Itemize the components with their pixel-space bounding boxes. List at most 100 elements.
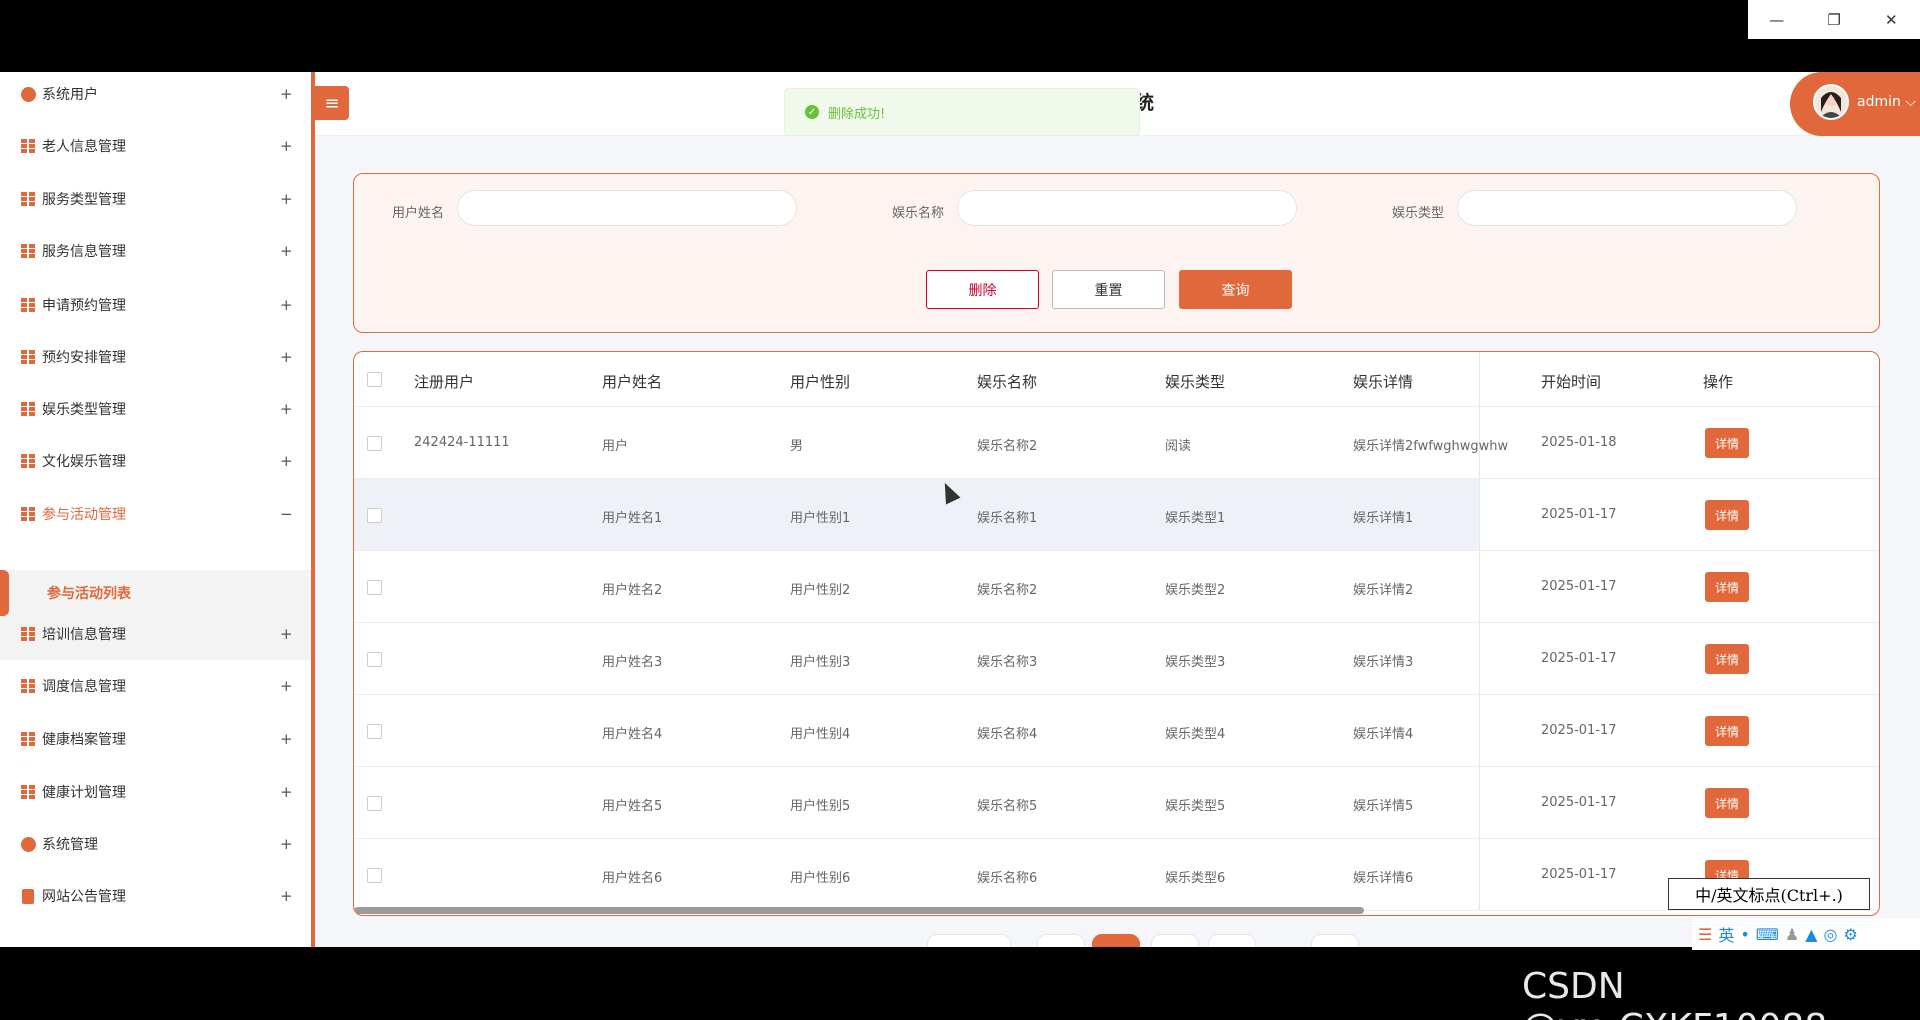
table-row[interactable]: 用户姓名6 用户性别6 娱乐名称6 娱乐类型6 娱乐详情6 2025-01-17 详情: [354, 839, 1879, 911]
table-cell: 用户性别2: [790, 583, 851, 598]
column-header[interactable]: 娱乐名称: [977, 371, 1037, 392]
row-checkbox[interactable]: [367, 724, 382, 739]
operation-column: [1479, 479, 1879, 550]
column-header[interactable]: 操作: [1703, 371, 1733, 392]
table-row[interactable]: 242424-11111 用户 男 娱乐名称2 阅读 娱乐详情2fwfwghwgwhw 20…: [354, 407, 1879, 479]
expand-icon[interactable]: +: [280, 783, 293, 801]
row-checkbox[interactable]: [367, 436, 382, 451]
entertainment-type-input[interactable]: [1457, 190, 1797, 226]
menu-toggle-button[interactable]: ≡: [315, 86, 349, 120]
restore-icon[interactable]: ❐: [1805, 0, 1862, 39]
column-header[interactable]: 注册用户: [414, 371, 474, 392]
column-header[interactable]: 用户姓名: [602, 371, 662, 392]
pagination-current-page[interactable]: [1092, 934, 1140, 947]
table-row[interactable]: 用户姓名3 用户性别3 娱乐名称3 娱乐类型3 娱乐详情3 2025-01-17 详情: [354, 623, 1879, 695]
expand-icon[interactable]: +: [280, 835, 293, 853]
table-cell: 2025-01-17: [1541, 867, 1617, 882]
sidebar-item[interactable]: 网站公告管理 +: [0, 870, 311, 922]
grid-icon: [21, 453, 36, 469]
pagination-prev[interactable]: [927, 934, 1011, 947]
grid-icon: [21, 626, 36, 642]
table-row[interactable]: 用户姓名2 用户性别2 娱乐名称2 娱乐类型2 娱乐详情2 2025-01-17 详情: [354, 551, 1879, 623]
sidebar-item[interactable]: 参与活动管理 −: [0, 488, 311, 540]
table-cell: 娱乐类型5: [1165, 799, 1226, 814]
expand-icon[interactable]: +: [280, 190, 293, 208]
table-cell: 用户性别1: [790, 511, 851, 526]
expand-icon[interactable]: +: [280, 625, 293, 643]
delete-button[interactable]: 删除: [926, 270, 1039, 309]
sidebar-item[interactable]: 服务类型管理 +: [0, 173, 311, 225]
submenu-item-activity-list[interactable]: 参与活动列表: [0, 570, 311, 616]
pagination-next[interactable]: [1311, 934, 1359, 947]
sidebar-item[interactable]: 老人信息管理 +: [0, 120, 311, 172]
pagination-page[interactable]: [1208, 934, 1256, 947]
detail-button[interactable]: 详情: [1705, 500, 1749, 530]
table-cell: 娱乐详情3: [1353, 655, 1414, 670]
table-row[interactable]: 用户姓名1 用户性别1 娱乐名称1 娱乐类型1 娱乐详情1 2025-01-17 详情: [354, 479, 1879, 551]
row-checkbox[interactable]: [367, 796, 382, 811]
sidebar-item[interactable]: 系统管理 +: [0, 818, 311, 870]
entertainment-name-input[interactable]: [957, 190, 1297, 226]
query-button[interactable]: 查询: [1179, 270, 1292, 309]
expand-icon[interactable]: +: [280, 730, 293, 748]
sidebar-item[interactable]: 娱乐类型管理 +: [0, 383, 311, 435]
expand-icon[interactable]: +: [280, 296, 293, 314]
detail-button[interactable]: 详情: [1705, 716, 1749, 746]
expand-icon[interactable]: +: [280, 348, 293, 366]
ime-tooltip: 中/英文标点(Ctrl+.): [1668, 878, 1870, 910]
search-panel: 用户姓名 娱乐名称 娱乐类型 删除 重置 查询: [353, 173, 1880, 333]
table-cell: 娱乐名称2: [977, 439, 1038, 454]
close-icon[interactable]: ✕: [1863, 0, 1920, 39]
ime-user-icon[interactable]: ♟: [1785, 925, 1799, 944]
ime-punctuation-icon[interactable]: •: [1740, 925, 1749, 944]
sidebar-item[interactable]: 健康档案管理 +: [0, 713, 311, 765]
column-header[interactable]: 娱乐类型: [1165, 371, 1225, 392]
ime-skin-icon[interactable]: ▲: [1805, 925, 1817, 944]
pagination-page[interactable]: [1151, 934, 1199, 947]
detail-button[interactable]: 详情: [1705, 428, 1749, 458]
user-menu[interactable]: admin ⌵: [1790, 72, 1920, 136]
ime-logo-icon[interactable]: ☰: [1698, 925, 1712, 944]
row-checkbox[interactable]: [367, 580, 382, 595]
grid-icon: [21, 349, 36, 365]
table-cell: 用户姓名1: [602, 511, 663, 526]
ime-language-toggle[interactable]: 英: [1718, 922, 1734, 946]
sidebar-item-label: 申请预约管理: [42, 298, 126, 314]
ime-settings-icon[interactable]: ⚙: [1844, 925, 1858, 944]
username-input[interactable]: [457, 190, 797, 226]
row-checkbox[interactable]: [367, 508, 382, 523]
expand-icon[interactable]: +: [280, 137, 293, 155]
ime-keyboard-icon[interactable]: ⌨: [1756, 925, 1779, 944]
sidebar-item[interactable]: 预约安排管理 +: [0, 331, 311, 383]
reset-button[interactable]: 重置: [1052, 270, 1165, 309]
sidebar-item[interactable]: 健康计划管理 +: [0, 766, 311, 818]
pagination-page[interactable]: [1037, 934, 1085, 947]
column-header[interactable]: 开始时间: [1541, 371, 1601, 392]
expand-icon[interactable]: +: [280, 400, 293, 418]
table-cell: 娱乐详情2fwfwghwgwhw: [1353, 439, 1509, 454]
sidebar-item[interactable]: 服务信息管理 +: [0, 225, 311, 277]
expand-icon[interactable]: +: [280, 677, 293, 695]
expand-icon[interactable]: +: [280, 452, 293, 470]
horizontal-scrollbar[interactable]: [354, 907, 1364, 914]
table-row[interactable]: 用户姓名4 用户性别4 娱乐名称4 娱乐类型4 娱乐详情4 2025-01-17 详情: [354, 695, 1879, 767]
detail-button[interactable]: 详情: [1705, 644, 1749, 674]
minimize-icon[interactable]: —: [1748, 0, 1805, 39]
row-checkbox[interactable]: [367, 868, 382, 883]
sidebar-item[interactable]: 文化娱乐管理 +: [0, 435, 311, 487]
row-checkbox[interactable]: [367, 652, 382, 667]
expand-icon[interactable]: +: [280, 242, 293, 260]
sidebar-item[interactable]: 调度信息管理 +: [0, 660, 311, 712]
expand-icon[interactable]: +: [280, 85, 293, 103]
sidebar-item[interactable]: 申请预约管理 +: [0, 279, 311, 331]
select-all-checkbox[interactable]: [367, 372, 382, 387]
collapse-icon[interactable]: −: [280, 505, 293, 523]
column-header[interactable]: 用户性别: [790, 371, 850, 392]
ime-ai-icon[interactable]: ◎: [1824, 925, 1838, 944]
sidebar-item[interactable]: 系统用户 +: [0, 72, 311, 120]
table-row[interactable]: 用户姓名5 用户性别5 娱乐名称5 娱乐类型5 娱乐详情5 2025-01-17 详情: [354, 767, 1879, 839]
expand-icon[interactable]: +: [280, 887, 293, 905]
detail-button[interactable]: 详情: [1705, 572, 1749, 602]
column-header[interactable]: 娱乐详情: [1353, 371, 1413, 392]
detail-button[interactable]: 详情: [1705, 788, 1749, 818]
